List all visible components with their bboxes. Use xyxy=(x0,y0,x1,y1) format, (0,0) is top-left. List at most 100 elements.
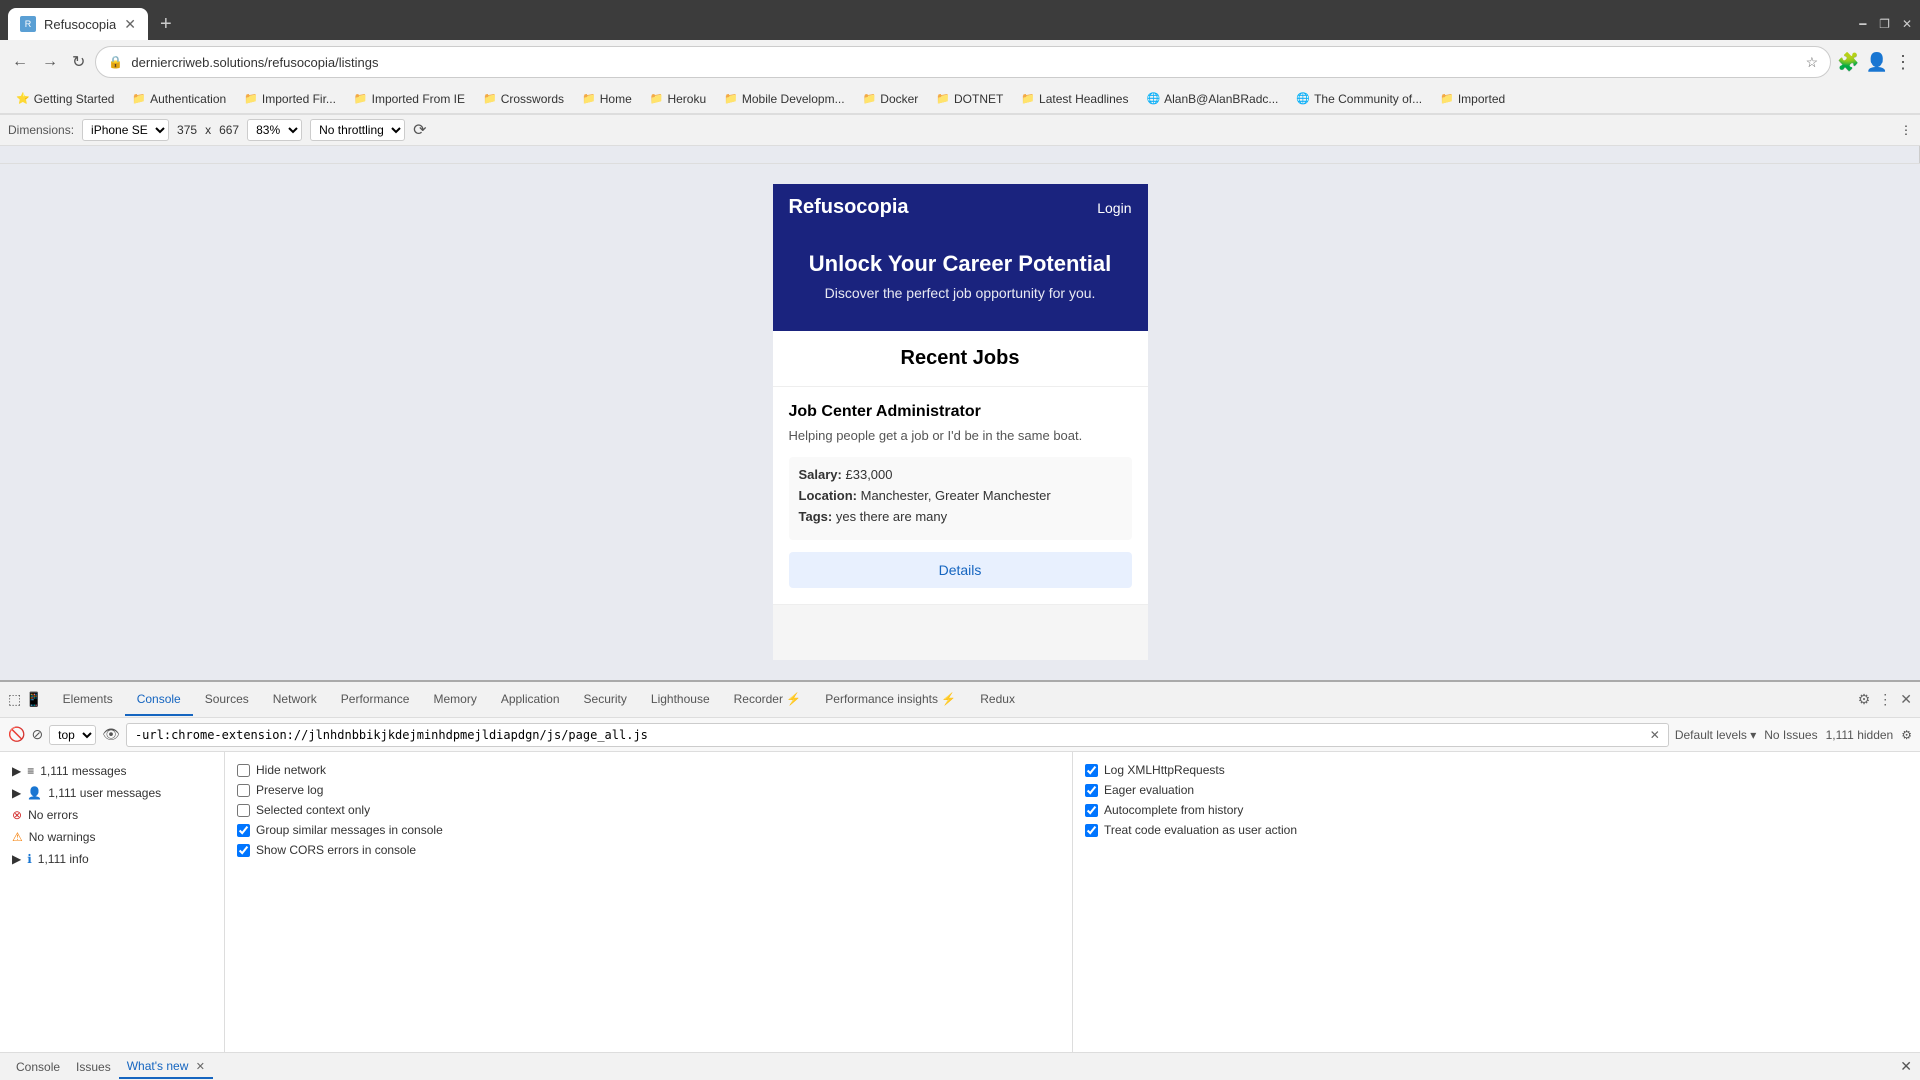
show-cors-item: Show CORS errors in console xyxy=(237,840,1060,860)
bookmark-alanb[interactable]: 🌐 AlanB@AlanBRadc... xyxy=(1138,90,1286,108)
bookmark-authentication[interactable]: 📁 Authentication xyxy=(124,90,234,108)
new-tab-button[interactable]: + xyxy=(152,13,180,36)
bookmark-icon[interactable]: ☆ xyxy=(1806,54,1819,71)
close-devtools-icon[interactable]: ✕ xyxy=(1900,691,1912,708)
no-warnings-item[interactable]: ⚠ No warnings xyxy=(0,826,224,848)
tab-application[interactable]: Application xyxy=(489,684,572,716)
console-input-area[interactable]: ✕ xyxy=(126,723,1669,747)
device-select[interactable]: iPhone SE xyxy=(82,119,169,141)
x-separator: x xyxy=(205,123,211,137)
bookmark-crosswords[interactable]: 📁 Crosswords xyxy=(475,90,572,108)
log-xmlhttp-checkbox[interactable] xyxy=(1085,764,1098,777)
bookmark-folder-icon: 📁 xyxy=(483,92,497,105)
bookmark-label: Getting Started xyxy=(34,92,115,106)
tab-sources[interactable]: Sources xyxy=(193,684,261,716)
tab-redux[interactable]: Redux xyxy=(968,684,1027,716)
filter-icon[interactable]: ⊘ xyxy=(31,726,43,743)
user-messages-item[interactable]: ▶ 👤 1,111 user messages xyxy=(0,782,224,804)
reload-button[interactable]: ↻ xyxy=(68,48,89,76)
rotate-icon[interactable]: ⟳ xyxy=(413,120,426,140)
bookmark-web-icon: 🌐 xyxy=(1296,92,1310,105)
details-button[interactable]: Details xyxy=(789,552,1132,588)
warning-triangle-icon: ⚠ xyxy=(12,830,23,844)
tab-close-button[interactable]: ✕ xyxy=(124,16,136,33)
content-area: Refusocopia Login Unlock Your Career Pot… xyxy=(0,164,1920,680)
bookmark-latest-headlines[interactable]: 📁 Latest Headlines xyxy=(1013,90,1136,108)
bottom-tab-issues[interactable]: Issues xyxy=(68,1056,119,1078)
group-similar-checkbox[interactable] xyxy=(237,824,250,837)
forward-button[interactable]: → xyxy=(38,49,62,75)
whats-new-close-icon[interactable]: ✕ xyxy=(196,1061,205,1073)
bookmark-imported[interactable]: 📁 Imported xyxy=(1432,90,1513,108)
eye-icon[interactable]: 👁 xyxy=(102,726,120,743)
zoom-select[interactable]: 83% xyxy=(247,119,302,141)
menu-icon[interactable]: ⋮ xyxy=(1894,52,1912,73)
bookmark-label: AlanB@AlanBRadc... xyxy=(1164,92,1278,106)
login-button[interactable]: Login xyxy=(1097,200,1131,216)
devtools-console-bar: 🚫 ⊘ top 👁 ✕ Default levels ▾ No Issues 1… xyxy=(0,718,1920,752)
tab-lighthouse[interactable]: Lighthouse xyxy=(639,684,722,716)
devtools-left-panel: ▶ ≡ 1,111 messages ▶ 👤 1,111 user messag… xyxy=(0,752,225,1052)
bookmark-docker[interactable]: 📁 Docker xyxy=(855,90,927,108)
address-bar-icons: ☆ xyxy=(1806,54,1819,71)
settings-icon[interactable]: ⚙ xyxy=(1858,691,1871,708)
selected-context-checkbox[interactable] xyxy=(237,804,250,817)
tab-performance[interactable]: Performance xyxy=(329,684,422,716)
extensions-icon[interactable]: 🧩 xyxy=(1837,52,1859,73)
bookmark-community[interactable]: 🌐 The Community of... xyxy=(1288,90,1430,108)
more-devtools-icon[interactable]: ⋮ xyxy=(1878,691,1892,708)
back-button[interactable]: ← xyxy=(8,49,32,75)
no-errors-item[interactable]: ⊗ No errors xyxy=(0,804,224,826)
devtools-device-icon[interactable]: 📱 xyxy=(25,691,42,708)
viewport-height: 667 xyxy=(219,123,239,137)
address-bar[interactable]: 🔒 ☆ xyxy=(95,46,1831,78)
tab-elements[interactable]: Elements xyxy=(51,684,125,716)
more-options-icon[interactable]: ⋮ xyxy=(1900,123,1912,137)
tab-recorder[interactable]: Recorder ⚡ xyxy=(722,684,814,716)
list-icon: ≡ xyxy=(27,764,34,778)
expand-icon: ▶ xyxy=(12,852,21,866)
settings-gear-icon[interactable]: ⚙ xyxy=(1901,728,1912,742)
tab-console[interactable]: Console xyxy=(125,684,193,716)
address-input[interactable] xyxy=(131,55,1797,70)
close-drawer-icon[interactable]: ✕ xyxy=(1900,1058,1912,1075)
tab-favicon: R xyxy=(20,16,36,32)
treat-code-checkbox[interactable] xyxy=(1085,824,1098,837)
tab-memory[interactable]: Memory xyxy=(421,684,488,716)
bookmark-getting-started[interactable]: ⭐ Getting Started xyxy=(8,90,122,108)
eager-eval-checkbox[interactable] xyxy=(1085,784,1098,797)
log-xmlhttp-label: Log XMLHttpRequests xyxy=(1104,763,1225,777)
salary-value: £33,000 xyxy=(846,467,893,482)
devtools-bottom-tabs: Console Issues What's new ✕ ✕ xyxy=(0,1052,1920,1080)
bookmark-imported-from-ie[interactable]: 📁 Imported From IE xyxy=(346,90,473,108)
bookmark-dotnet[interactable]: 📁 DOTNET xyxy=(928,90,1011,108)
bookmark-mobile-dev[interactable]: 📁 Mobile Developm... xyxy=(716,90,852,108)
bookmark-imported-fir[interactable]: 📁 Imported Fir... xyxy=(236,90,344,108)
jobs-section: Recent Jobs Job Center Administrator Hel… xyxy=(773,331,1148,605)
hide-network-checkbox[interactable] xyxy=(237,764,250,777)
block-icon[interactable]: 🚫 xyxy=(8,726,25,743)
preserve-log-checkbox[interactable] xyxy=(237,784,250,797)
messages-item[interactable]: ▶ ≡ 1,111 messages xyxy=(0,760,224,782)
active-tab[interactable]: R Refusocopia ✕ xyxy=(8,8,148,40)
context-select[interactable]: top xyxy=(49,725,96,745)
clear-filter-icon[interactable]: ✕ xyxy=(1650,728,1660,742)
tab-perf-insights[interactable]: Performance insights ⚡ xyxy=(813,684,968,716)
hero-section: Unlock Your Career Potential Discover th… xyxy=(773,231,1148,331)
info-item[interactable]: ▶ ℹ 1,111 info xyxy=(0,848,224,870)
throttling-select[interactable]: No throttling xyxy=(310,119,405,141)
console-filter-input[interactable] xyxy=(135,728,1646,742)
profile-icon[interactable]: 👤 xyxy=(1866,52,1888,73)
autocomplete-checkbox[interactable] xyxy=(1085,804,1098,817)
devtools-inspect-icon[interactable]: ⬚ xyxy=(8,691,21,708)
default-levels-select[interactable]: Default levels ▾ xyxy=(1675,728,1756,742)
location-value: Manchester, Greater Manchester xyxy=(861,488,1051,503)
bookmark-home[interactable]: 📁 Home xyxy=(574,90,640,108)
bottom-tab-console[interactable]: Console xyxy=(8,1056,68,1078)
tab-security[interactable]: Security xyxy=(572,684,639,716)
tab-network[interactable]: Network xyxy=(261,684,329,716)
show-cors-checkbox[interactable] xyxy=(237,844,250,857)
bookmark-folder-icon: 📁 xyxy=(1440,92,1454,105)
bookmark-heroku[interactable]: 📁 Heroku xyxy=(642,90,714,108)
bottom-tab-whats-new[interactable]: What's new ✕ xyxy=(119,1055,213,1079)
